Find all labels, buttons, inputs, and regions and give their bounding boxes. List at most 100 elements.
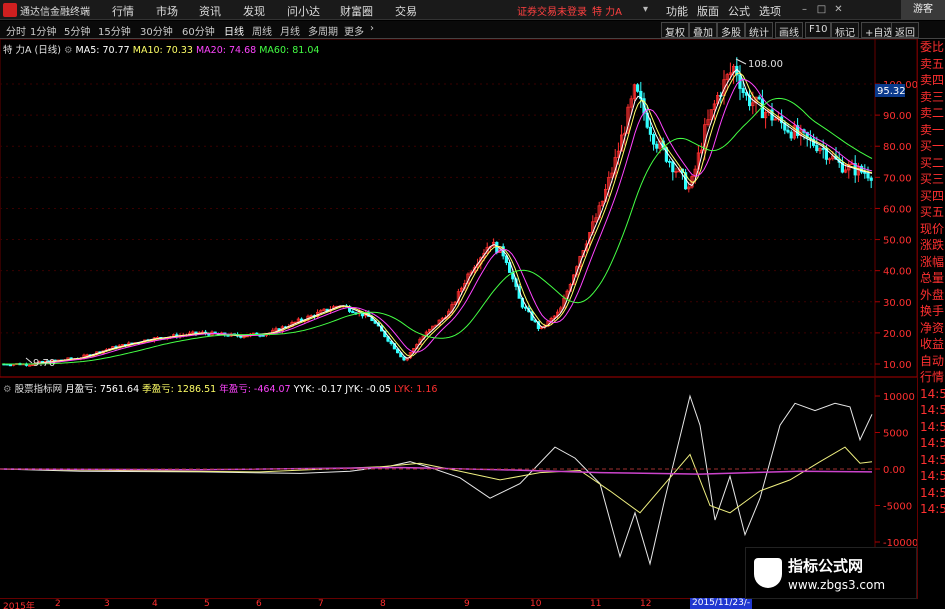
adjust-button[interactable]: 复权 bbox=[661, 22, 689, 39]
candle-body bbox=[239, 335, 243, 338]
right-panel-item[interactable]: 卖五 bbox=[918, 56, 945, 73]
time-axis-label: 4 bbox=[152, 599, 158, 609]
multi-stock-button[interactable]: 多股 bbox=[717, 22, 745, 39]
window-restore-icon[interactable]: □ bbox=[816, 4, 827, 15]
right-panel-item[interactable]: 卖四 bbox=[918, 72, 945, 89]
period-timeshare[interactable]: 分时 bbox=[6, 23, 26, 38]
right-panel-item[interactable]: 买二 bbox=[918, 155, 945, 172]
window-close-icon[interactable]: ✕ bbox=[833, 4, 844, 15]
minimize-icon[interactable]: ▾ bbox=[640, 4, 651, 15]
menu-item-discover[interactable]: 发现 bbox=[243, 3, 265, 19]
settings-icon[interactable]: ⚙ bbox=[64, 45, 73, 56]
chart-area[interactable]: 10 0.00 90.00 80.00 70.00 60.00 50.00 40.00 30.0… bbox=[0, 38, 945, 609]
menu-item-trade[interactable]: 交易 bbox=[395, 3, 417, 19]
menu-item-quotes[interactable]: 行情 bbox=[112, 3, 134, 19]
candle-body bbox=[668, 160, 672, 163]
app-logo bbox=[3, 3, 17, 17]
ma20-label: MA20: 74.68 bbox=[195, 45, 257, 56]
right-panel-item[interactable]: 行情 bbox=[918, 369, 945, 386]
chevron-right-icon[interactable]: › bbox=[370, 23, 374, 34]
period-15min[interactable]: 15分钟 bbox=[98, 23, 131, 38]
period-30min[interactable]: 30分钟 bbox=[140, 23, 173, 38]
indicator-yearly: 年盈亏: -464.07 bbox=[219, 384, 291, 395]
right-panel-item[interactable]: 净资 bbox=[918, 320, 945, 337]
statistics-button[interactable]: 统计 bbox=[745, 22, 773, 39]
menu-item-options[interactable]: 选项 bbox=[759, 3, 781, 19]
candle-body bbox=[655, 143, 659, 149]
right-panel-item[interactable]: 买四 bbox=[918, 188, 945, 205]
indicator-lyk: LYK: 1.16 bbox=[393, 384, 438, 395]
menu-item-formula[interactable]: 公式 bbox=[728, 3, 750, 19]
right-panel-item[interactable]: 14:50 bbox=[918, 452, 945, 469]
ma10-label: MA10: 70.33 bbox=[132, 45, 193, 56]
period-weekly[interactable]: 周线 bbox=[252, 23, 272, 38]
window-minimize-icon[interactable]: – bbox=[799, 4, 810, 15]
right-panel-item[interactable]: 卖三 bbox=[918, 89, 945, 106]
right-panel-item[interactable]: 14:50 bbox=[918, 419, 945, 436]
indicator-tick-label: -5000 bbox=[883, 502, 912, 513]
time-axis-label: 6 bbox=[256, 599, 262, 609]
right-panel-item[interactable]: 外盘 bbox=[918, 287, 945, 304]
right-panel-item[interactable]: 换手 bbox=[918, 303, 945, 320]
current-price-text: 95.32 bbox=[877, 86, 906, 97]
candle-body bbox=[757, 96, 761, 100]
menu-item-fortune[interactable]: 财富圈 bbox=[340, 3, 373, 19]
shield-logo-icon bbox=[754, 558, 782, 588]
current-date-label: 2015/11/23/- bbox=[690, 598, 753, 609]
period-1min[interactable]: 1分钟 bbox=[30, 23, 56, 38]
menu-item-layout[interactable]: 版面 bbox=[697, 3, 719, 19]
menu-item-xiaoda[interactable]: 问小达 bbox=[287, 3, 320, 19]
right-panel-item[interactable]: 委比 bbox=[918, 39, 945, 56]
right-panel-item[interactable]: 涨跌 bbox=[918, 237, 945, 254]
right-panel-item[interactable]: 自动 bbox=[918, 353, 945, 370]
right-info-panel: 委比 卖五 卖四 卖三 卖二 卖一 买一 买二 买三 买四 买五 现价 涨跌 涨幅 总量 外盘 换手 净资 收益 自动… bbox=[917, 39, 945, 599]
right-panel-item[interactable]: 14:50 bbox=[918, 386, 945, 403]
back-button[interactable]: 返回 bbox=[891, 22, 919, 39]
candle-body bbox=[815, 145, 819, 152]
mark-button[interactable]: 标记 bbox=[831, 22, 859, 39]
time-axis: 2015年 2 3 4 5 6 7 8 9 10 11 12 bbox=[0, 598, 917, 609]
right-panel-item[interactable]: 卖一 bbox=[918, 122, 945, 139]
menu-item-news[interactable]: 资讯 bbox=[199, 3, 221, 19]
overlay-button[interactable]: 叠加 bbox=[689, 22, 717, 39]
f10-button[interactable]: F10 bbox=[805, 22, 832, 38]
right-panel-item[interactable]: 总量 bbox=[918, 270, 945, 287]
settings-icon[interactable]: ⚙ bbox=[3, 384, 12, 395]
time-axis-label: 9 bbox=[464, 599, 470, 609]
period-monthly[interactable]: 月线 bbox=[280, 23, 300, 38]
right-panel-item[interactable]: 买一 bbox=[918, 138, 945, 155]
right-panel-item[interactable]: 买五 bbox=[918, 204, 945, 221]
period-daily[interactable]: 日线 bbox=[224, 23, 244, 38]
menu-item-market[interactable]: 市场 bbox=[156, 3, 178, 19]
time-axis-label: 2015年 bbox=[3, 602, 35, 609]
period-5min[interactable]: 5分钟 bbox=[64, 23, 90, 38]
price-tick-label: 80.00 bbox=[883, 142, 912, 153]
right-panel-item[interactable]: 收益 bbox=[918, 336, 945, 353]
period-more[interactable]: 更多 bbox=[344, 23, 364, 38]
guest-button[interactable]: 游客 bbox=[901, 0, 945, 20]
period-60min[interactable]: 60分钟 bbox=[182, 23, 215, 38]
period-multi[interactable]: 多周期 bbox=[308, 23, 338, 38]
time-axis-label: 5 bbox=[204, 599, 210, 609]
right-panel-item[interactable]: 14:50 bbox=[918, 485, 945, 502]
right-panel-item[interactable]: 买三 bbox=[918, 171, 945, 188]
right-panel-item[interactable]: 14:50 bbox=[918, 501, 945, 518]
quarterly-pl-line bbox=[0, 446, 873, 514]
draw-line-button[interactable]: 画线 bbox=[775, 22, 803, 39]
time-axis-label: 3 bbox=[104, 599, 110, 609]
indicator-tick-label: 0.00 bbox=[883, 465, 905, 476]
menu-item-function[interactable]: 功能 bbox=[666, 3, 688, 19]
right-panel-item[interactable]: 14:50 bbox=[918, 402, 945, 419]
login-notice[interactable]: 证券交易未登录 bbox=[517, 3, 587, 18]
candle-body bbox=[664, 147, 669, 162]
right-panel-item[interactable]: 14:50 bbox=[918, 435, 945, 452]
right-panel-item[interactable]: 现价 bbox=[918, 221, 945, 238]
candle-body bbox=[741, 88, 745, 94]
monthly-pl-line bbox=[0, 394, 873, 566]
candle-body bbox=[786, 129, 790, 133]
candle-body bbox=[351, 311, 355, 314]
right-panel-item[interactable]: 卖二 bbox=[918, 105, 945, 122]
right-panel-item[interactable]: 14:50 bbox=[918, 468, 945, 485]
right-panel-item[interactable]: 涨幅 bbox=[918, 254, 945, 271]
indicator-name[interactable]: 股票指标网 bbox=[15, 384, 63, 395]
